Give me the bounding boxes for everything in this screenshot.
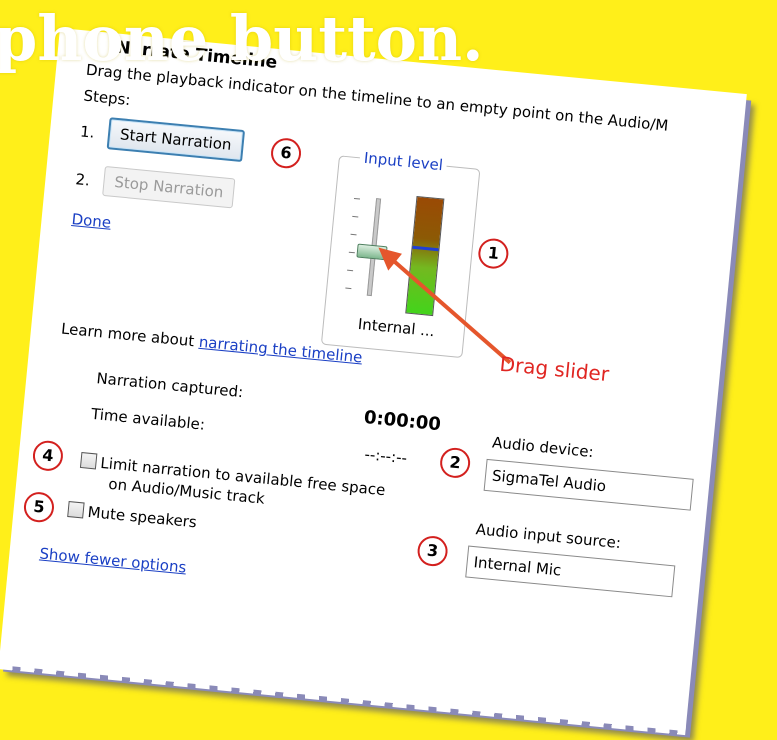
callout-4: 4 — [31, 439, 65, 473]
stop-narration-button[interactable]: Stop Narration — [102, 165, 236, 209]
steps-label: Steps: — [82, 86, 132, 110]
audio-device-label: Audio device: — [491, 433, 595, 462]
narration-captured-value: 0:00:00 — [363, 406, 442, 436]
mute-speakers-label: Mute speakers — [86, 502, 198, 532]
step2-number: 2. — [74, 170, 91, 190]
learn-more-row: Learn more about narrating the timeline — [60, 320, 363, 367]
drag-slider-label: Drag slider — [498, 351, 611, 387]
limit-narration-checkbox[interactable] — [79, 452, 98, 470]
start-narration-button[interactable]: Start Narration — [106, 117, 245, 163]
done-link[interactable]: Done — [71, 210, 112, 232]
audio-input-source-select[interactable]: Internal Mic — [465, 545, 676, 598]
learn-more-prefix: Learn more about — [60, 319, 200, 351]
callout-6: 6 — [269, 136, 303, 170]
show-fewer-options-link[interactable]: Show fewer options — [39, 544, 187, 576]
narrate-timeline-dialog: Narrate Timeline Drag the playback indic… — [0, 28, 747, 732]
callout-2: 2 — [438, 446, 472, 480]
narration-captured-label: Narration captured: — [95, 369, 244, 402]
time-available-value: --:--:-- — [363, 445, 408, 468]
banner-text: phone button. — [0, 2, 484, 75]
audio-device-select[interactable]: SigmaTel Audio — [483, 458, 694, 511]
input-level-legend: Input level — [359, 148, 448, 175]
step1-number: 1. — [79, 122, 96, 142]
callout-5: 5 — [22, 490, 56, 524]
time-available-label: Time available: — [90, 404, 206, 434]
mute-speakers-option[interactable]: Mute speakers — [67, 501, 198, 531]
mute-speakers-checkbox[interactable] — [67, 501, 85, 519]
callout-3: 3 — [416, 534, 449, 568]
